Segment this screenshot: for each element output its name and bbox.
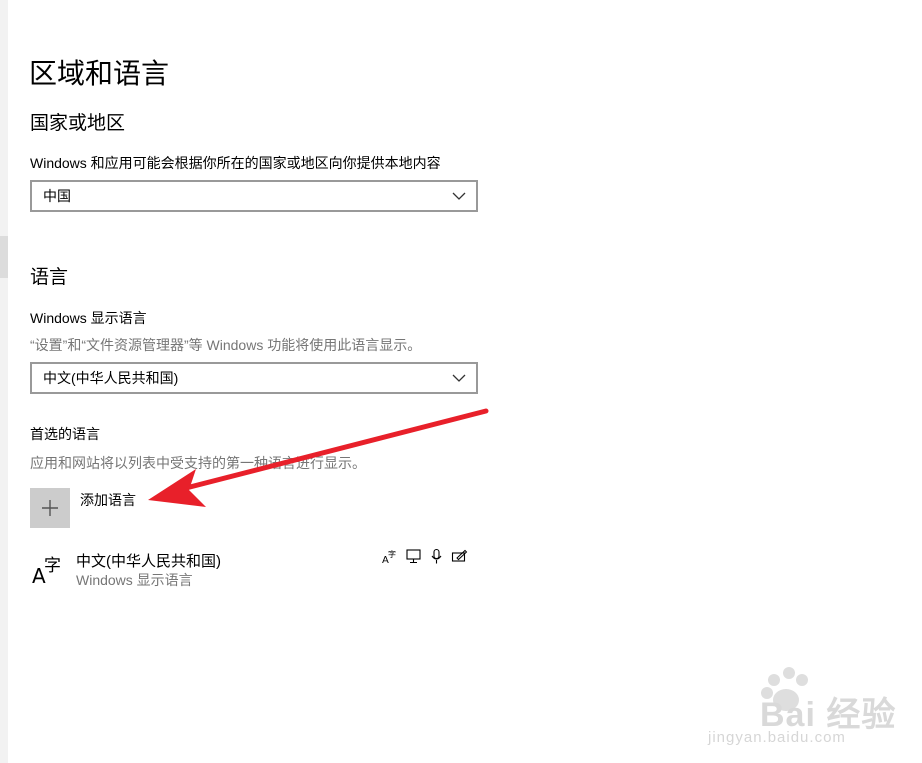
page-title: 区域和语言 — [29, 58, 170, 89]
chevron-down-icon — [452, 192, 466, 200]
display-icon — [406, 549, 421, 564]
language-feature-icons: A 字 — [382, 548, 468, 565]
display-language-dropdown[interactable]: 中文(中华人民共和国) — [30, 362, 478, 394]
preferred-language-label: 首选的语言 — [30, 426, 100, 442]
language-name: 中文(中华人民共和国) — [76, 553, 221, 570]
region-description: Windows 和应用可能会根据你所在的国家或地区向你提供本地内容 — [30, 155, 441, 171]
watermark-url: jingyan.baidu.com — [708, 729, 846, 746]
handwriting-icon — [451, 549, 468, 562]
display-language-label: Windows 显示语言 — [30, 310, 147, 326]
language-pack-icon: A 字 — [382, 549, 396, 565]
speech-icon — [431, 548, 442, 564]
language-list-item[interactable]: A 字 中文(中华人民共和国) Windows 显示语言 A 字 — [30, 548, 470, 592]
add-language-button[interactable]: 添加语言 — [30, 488, 136, 528]
language-subtitle: Windows 显示语言 — [76, 572, 193, 588]
region-dropdown-value: 中国 — [43, 188, 71, 204]
region-dropdown[interactable]: 中国 — [30, 180, 478, 212]
preferred-language-hint: 应用和网站将以列表中受支持的第一种语言进行显示。 — [30, 455, 366, 471]
svg-text:字: 字 — [44, 556, 61, 576]
plus-icon — [42, 500, 58, 516]
display-language-hint: “设置”和“文件资源管理器”等 Windows 功能将使用此语言显示。 — [30, 337, 422, 353]
add-tile — [30, 488, 70, 528]
svg-text:字: 字 — [388, 549, 396, 559]
left-edge-marker — [0, 236, 8, 278]
display-language-value: 中文(中华人民共和国) — [43, 370, 179, 386]
region-heading: 国家或地区 — [30, 113, 126, 134]
chevron-down-icon — [452, 374, 466, 382]
language-heading: 语言 — [30, 267, 69, 288]
left-edge-strip — [0, 0, 8, 763]
language-font-icon: A 字 — [32, 556, 61, 586]
add-language-label: 添加语言 — [80, 492, 136, 508]
